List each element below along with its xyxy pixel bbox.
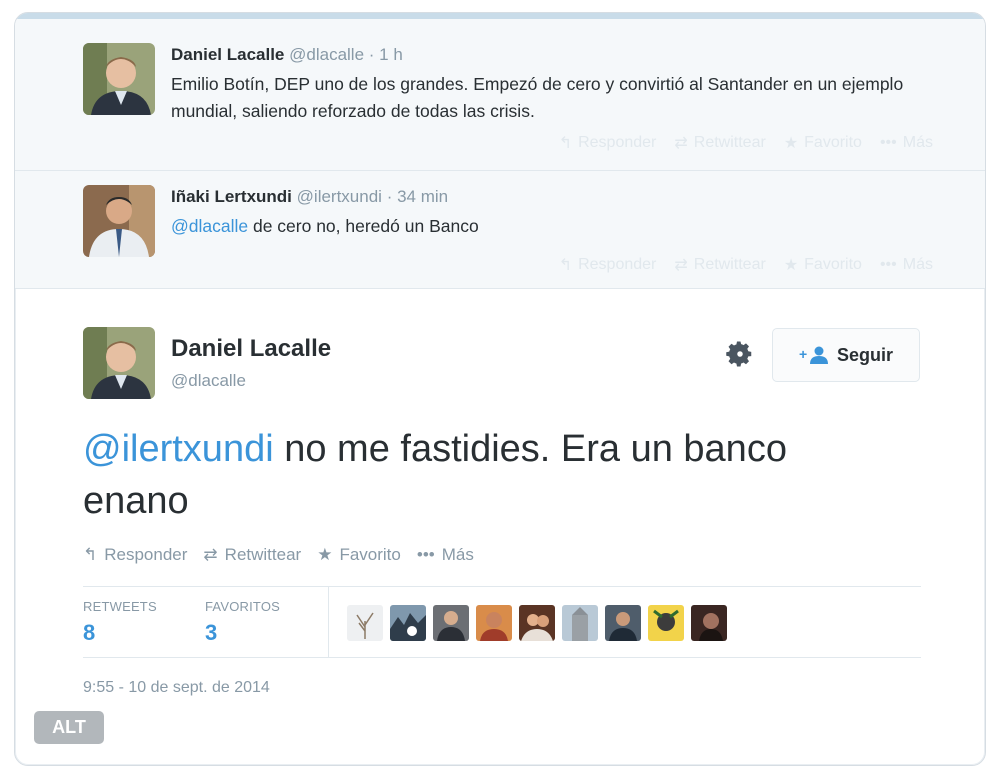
favorite-label: Favorito (339, 545, 401, 564)
context-tweet-2[interactable]: Iñaki Lertxundi @ilertxundi · 34 min @dl… (15, 171, 985, 289)
reply-icon: ↰ (83, 545, 98, 564)
retweets-label: RETWEETS (83, 599, 157, 614)
favorite-label: Favorito (804, 256, 862, 273)
follow-label: Seguir (836, 344, 893, 365)
reply-icon: ↰ (558, 135, 573, 152)
reply-action[interactable]: ↰ Responder (559, 255, 657, 275)
tweet-actions: ↰ Responder ⇄ Retwittear ★ Favorito ••• Más (559, 133, 933, 153)
mention-link[interactable]: @dlacalle (171, 216, 248, 236)
separator-dot: · (386, 187, 393, 206)
more-action[interactable]: ••• Más (417, 545, 474, 565)
reply-label: Responder (578, 256, 657, 273)
more-icon: ••• (416, 545, 435, 564)
reply-label: Responder (104, 545, 188, 564)
engager-avatar[interactable] (605, 605, 641, 641)
more-icon: ••• (879, 134, 897, 151)
author-name[interactable]: Daniel Lacalle (171, 45, 284, 64)
main-author-handle[interactable]: @dlacalle (171, 371, 246, 391)
main-author-name[interactable]: Daniel Lacalle (171, 335, 331, 363)
reply-icon: ↰ (558, 257, 573, 274)
retweet-action[interactable]: ⇄ Retwittear (674, 133, 765, 153)
svg-text:+: + (799, 346, 807, 362)
tweet-time[interactable]: 34 min (397, 187, 448, 206)
favorite-action[interactable]: ★ Favorito (784, 133, 862, 153)
favorite-label: Favorito (804, 134, 862, 151)
engager-avatar[interactable] (433, 605, 469, 641)
stats-divider (328, 587, 329, 657)
retweet-label: Retwittear (693, 256, 766, 273)
gear-icon[interactable] (725, 339, 755, 369)
retweet-icon: ⇄ (674, 135, 688, 152)
engager-avatar[interactable] (476, 605, 512, 641)
more-label: Más (902, 134, 933, 151)
retweet-label: Retwittear (693, 134, 766, 151)
star-icon: ★ (783, 135, 799, 152)
favorite-action[interactable]: ★ Favorito (784, 255, 862, 275)
author-handle[interactable]: @ilertxundi (297, 187, 382, 206)
reply-action[interactable]: ↰ Responder (83, 545, 187, 565)
engager-avatar[interactable] (390, 605, 426, 641)
tweet-timestamp[interactable]: 9:55 - 10 de sept. de 2014 (83, 679, 270, 697)
engager-avatar[interactable] (562, 605, 598, 641)
retweet-icon: ⇄ (674, 257, 688, 274)
more-icon: ••• (879, 256, 897, 273)
tweet-header: Iñaki Lertxundi @ilertxundi · 34 min (171, 187, 448, 207)
mention-link[interactable]: @ilertxundi (83, 428, 274, 470)
main-tweet-actions: ↰ Responder ⇄ Retwittear ★ Favorito ••• Más (83, 545, 474, 565)
avatar[interactable] (83, 43, 155, 115)
avatar[interactable] (83, 185, 155, 257)
favorites-label: FAVORITOS (205, 599, 281, 614)
star-icon: ★ (317, 545, 333, 564)
tweet-time[interactable]: 1 h (379, 45, 403, 64)
follow-person-icon: + (799, 346, 828, 364)
engager-avatar[interactable] (347, 605, 383, 641)
tweet-stats: RETWEETS 8 FAVORITOS 3 (83, 586, 921, 658)
separator-dot: · (368, 45, 375, 64)
engager-avatars (347, 605, 727, 641)
retweet-action[interactable]: ⇄ Retwittear (674, 255, 765, 275)
more-label: Más (902, 256, 933, 273)
favorites-stat[interactable]: FAVORITOS 3 (205, 599, 280, 646)
more-action[interactable]: ••• Más (880, 133, 933, 153)
engager-avatar[interactable] (519, 605, 555, 641)
tweet-text: @dlacalle de cero no, heredó un Banco (171, 213, 931, 240)
context-tweet-1[interactable]: Daniel Lacalle @dlacalle · 1 h Emilio Bo… (15, 19, 985, 171)
tweet-header: Daniel Lacalle @dlacalle · 1 h (171, 45, 403, 65)
retweets-count: 8 (83, 620, 96, 645)
reply-label: Responder (578, 134, 657, 151)
main-tweet-text: @ilertxundi no me fastidies. Era un banc… (83, 423, 883, 527)
more-action[interactable]: ••• Más (880, 255, 933, 275)
star-icon: ★ (783, 257, 799, 274)
favorite-action[interactable]: ★ Favorito (317, 545, 401, 565)
engager-avatar[interactable] (648, 605, 684, 641)
tweet-actions: ↰ Responder ⇄ Retwittear ★ Favorito ••• Más (559, 255, 933, 275)
engager-avatar[interactable] (691, 605, 727, 641)
tweet-text-rest: de cero no, heredó un Banco (248, 216, 479, 236)
author-name[interactable]: Iñaki Lertxundi (171, 187, 292, 206)
reply-action[interactable]: ↰ Responder (559, 133, 657, 153)
main-avatar[interactable] (83, 327, 155, 399)
favorites-count: 3 (205, 620, 218, 645)
follow-button[interactable]: + Seguir (772, 328, 920, 382)
author-handle[interactable]: @dlacalle (289, 45, 364, 64)
retweet-icon: ⇄ (203, 545, 218, 564)
retweet-label: Retwittear (224, 545, 302, 564)
retweet-action[interactable]: ⇄ Retwittear (203, 545, 301, 565)
more-label: Más (441, 545, 474, 564)
tweet-card: Daniel Lacalle @dlacalle · 1 h Emilio Bo… (14, 12, 986, 766)
tweet-text: Emilio Botín, DEP uno de los grandes. Em… (171, 74, 904, 121)
alt-badge[interactable]: ALT (34, 711, 104, 744)
retweets-stat[interactable]: RETWEETS 8 (83, 599, 157, 646)
